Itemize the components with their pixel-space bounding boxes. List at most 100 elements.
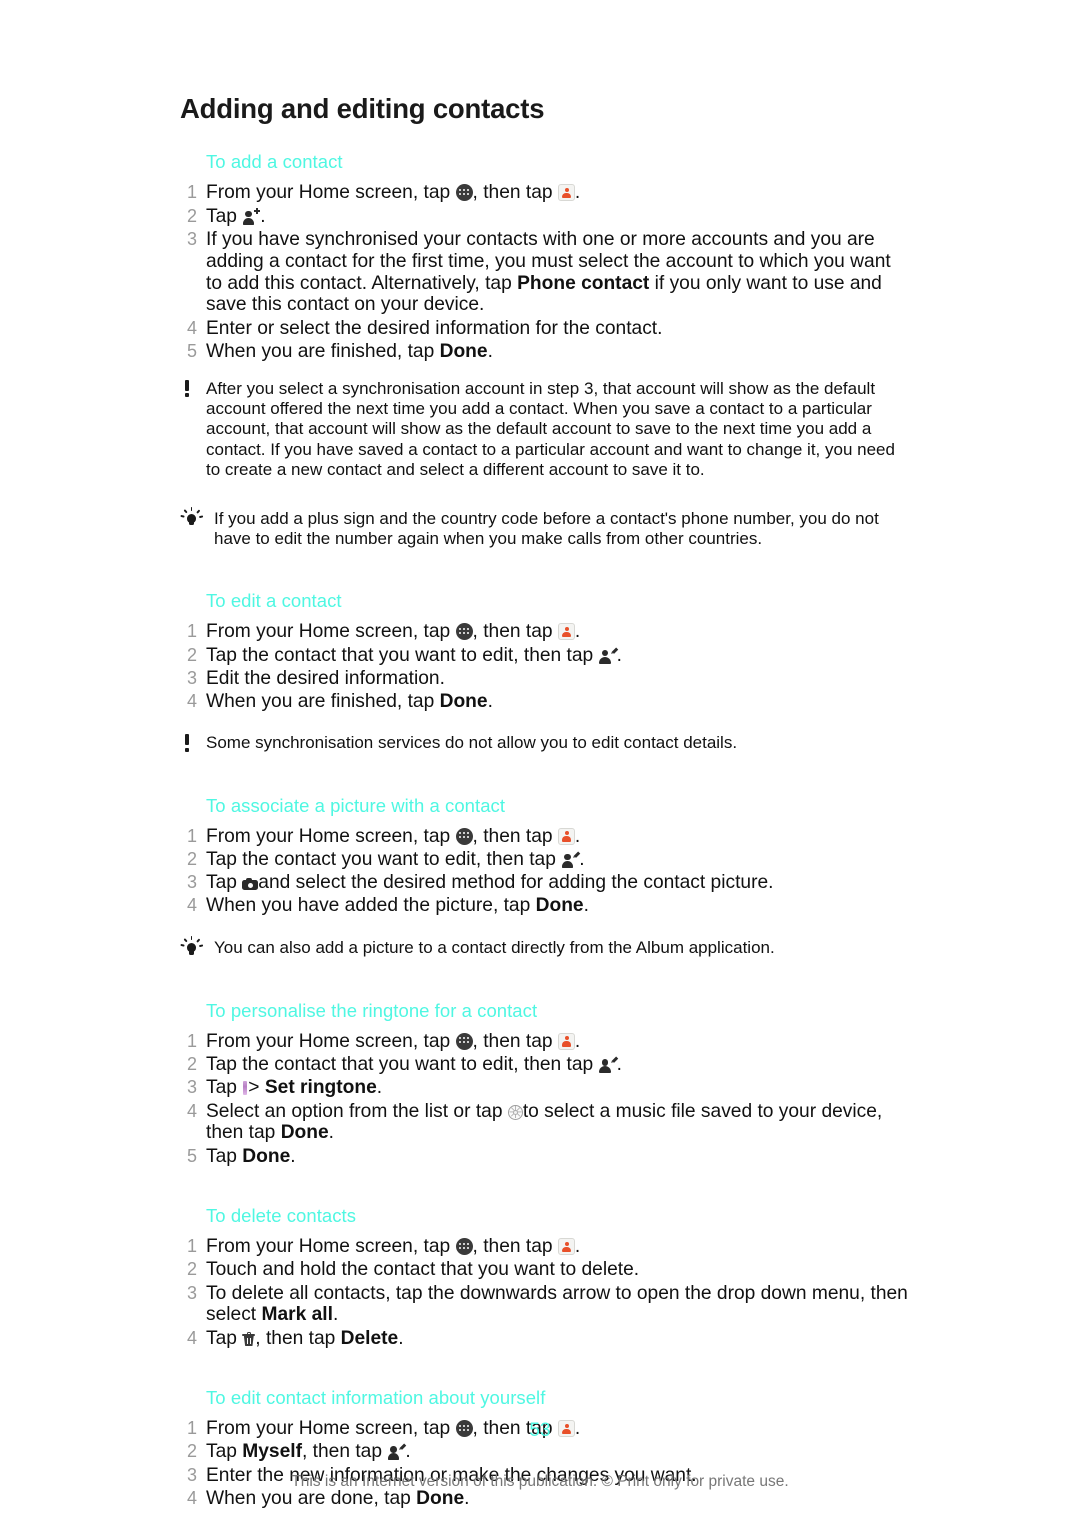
tip-text: You can also add a picture to a contact …: [214, 938, 775, 958]
steps-delete-contacts: From your Home screen, tap , then tap . …: [180, 1236, 910, 1349]
step-item: When you have added the picture, tap Don…: [180, 895, 910, 917]
note-callout-add-contact: After you select a synchronisation accou…: [180, 379, 910, 481]
note-text: After you select a synchronisation accou…: [206, 378, 895, 480]
step-text: , then tap: [472, 621, 553, 643]
document-page: Adding and editing contacts To add a con…: [0, 0, 1080, 1527]
step-item: Tap the contact that you want to edit, t…: [180, 1054, 910, 1076]
section-associate-picture: To associate a picture with a contact Fr…: [180, 794, 910, 959]
edit-person-icon[interactable]: [599, 1057, 617, 1074]
section-heading-delete-contacts: To delete contacts: [206, 1204, 357, 1226]
add-person-icon[interactable]: [242, 207, 261, 225]
step-text: .: [290, 1145, 296, 1167]
trash-icon[interactable]: [242, 1331, 256, 1347]
step-item: Tap the contact you want to edit, then t…: [180, 849, 910, 871]
step-item: Tap and select the desired method for ad…: [180, 872, 910, 894]
step-text: When you are done, tap: [206, 1487, 411, 1509]
steps-personalise-ringtone: From your Home screen, tap , then tap . …: [180, 1031, 910, 1168]
camera-icon[interactable]: [242, 877, 259, 891]
step-item: From your Home screen, tap , then tap .: [180, 621, 910, 643]
page-title: Adding and editing contacts: [180, 93, 545, 124]
music-disc-icon[interactable]: [507, 1104, 523, 1120]
step-item: When you are finished, tap Done.: [180, 691, 910, 713]
section-edit-myself: To edit contact information about yourse…: [180, 1386, 910, 1510]
step-emphasis: Phone contact: [517, 272, 650, 294]
step-item: Select an option from the list or tap to…: [180, 1101, 910, 1145]
page-number: 53: [529, 1420, 551, 1441]
step-text: When you are finished, tap: [206, 691, 435, 713]
step-item: Tap > Set ringtone.: [180, 1077, 910, 1099]
step-text: .: [464, 1487, 470, 1509]
step-emphasis: Done: [439, 340, 488, 362]
step-text: Tap the contact that you want to edit, t…: [206, 1054, 594, 1076]
step-text: .: [376, 1077, 383, 1099]
step-text: >: [248, 1077, 260, 1099]
note-callout-edit-contact: Some synchronisation services do not all…: [180, 733, 910, 753]
step-emphasis: Done: [439, 691, 488, 713]
section-edit-a-contact: To edit a contact From your Home screen,…: [180, 589, 910, 753]
step-item: When you are finished, tap Done.: [180, 341, 910, 363]
tip-text: If you add a plus sign and the country c…: [214, 508, 879, 548]
step-text: .: [574, 182, 581, 204]
page-content: Adding and editing contacts To add a con…: [180, 93, 910, 1511]
step-text: From your Home screen, tap: [206, 621, 451, 643]
step-item: If you have synchronised your contacts w…: [180, 229, 910, 316]
step-text: , then tap: [302, 1441, 383, 1463]
contacts-app-icon[interactable]: [557, 827, 575, 845]
more-menu-icon[interactable]: [242, 1080, 248, 1096]
step-text: , then tap: [255, 1327, 336, 1349]
step-text: When you have added the picture, tap: [206, 895, 531, 917]
step-text: , then tap: [472, 182, 553, 204]
step-text: Select an option from the list or tap: [206, 1100, 503, 1122]
step-text: , then tap: [472, 1236, 553, 1258]
step-text: Tap the contact you want to edit, then t…: [206, 848, 556, 870]
step-text: Tap the contact that you want to edit, t…: [206, 644, 594, 666]
step-text: and select the desired method for adding…: [258, 872, 774, 894]
app-drawer-icon[interactable]: [455, 623, 473, 641]
section-personalise-ringtone: To personalise the ringtone for a contac…: [180, 999, 910, 1168]
step-text: From your Home screen, tap: [206, 182, 451, 204]
step-text: .: [260, 205, 266, 227]
edit-person-icon[interactable]: [599, 648, 617, 664]
step-item: Tap the contact that you want to edit, t…: [180, 645, 910, 667]
step-text: Tap: [206, 205, 237, 227]
section-heading-personalise-ringtone: To personalise the ringtone for a contac…: [206, 999, 538, 1021]
step-text: .: [574, 825, 581, 847]
lightbulb-tip-icon: [180, 936, 203, 958]
step-emphasis: Myself: [242, 1441, 302, 1463]
steps-associate-picture: From your Home screen, tap , then tap . …: [180, 826, 910, 918]
contacts-app-icon[interactable]: [557, 623, 575, 641]
section-heading-edit-contact: To edit a contact: [206, 590, 342, 612]
edit-person-icon[interactable]: [387, 1444, 405, 1461]
app-drawer-icon[interactable]: [455, 827, 473, 845]
step-item: Tap , then tap Delete.: [180, 1328, 910, 1350]
step-item: Tap Done.: [180, 1146, 910, 1168]
app-drawer-icon[interactable]: [455, 1238, 473, 1256]
section-heading-add-contact: To add a contact: [206, 151, 343, 173]
step-text: From your Home screen, tap: [206, 825, 451, 847]
step-item: From your Home screen, tap , then tap .: [180, 1031, 910, 1053]
step-emphasis: Done: [242, 1145, 291, 1167]
step-text: Tap: [206, 1145, 237, 1167]
steps-add-contact: From your Home screen, tap , then tap . …: [180, 182, 910, 362]
step-text: Tap: [206, 1327, 237, 1349]
step-emphasis: Done: [280, 1122, 329, 1144]
section-heading-associate-picture: To associate a picture with a contact: [206, 794, 506, 816]
contacts-app-icon[interactable]: [557, 1032, 575, 1050]
step-text: .: [579, 848, 585, 870]
lightbulb-tip-icon: [180, 506, 203, 529]
app-drawer-icon[interactable]: [455, 184, 473, 202]
step-item: When you are done, tap Done.: [180, 1488, 910, 1510]
step-item: Enter or select the desired information …: [180, 317, 663, 339]
step-text: , then tap: [472, 1030, 553, 1052]
step-text: , then tap: [472, 825, 553, 847]
edit-person-icon[interactable]: [561, 852, 579, 868]
step-item: Tap Myself, then tap .: [180, 1441, 910, 1463]
app-drawer-icon[interactable]: [455, 1032, 473, 1050]
contacts-app-icon[interactable]: [557, 1238, 575, 1256]
contacts-app-icon[interactable]: [557, 184, 575, 202]
step-text: .: [332, 1304, 339, 1326]
step-emphasis: Mark all: [261, 1304, 333, 1326]
